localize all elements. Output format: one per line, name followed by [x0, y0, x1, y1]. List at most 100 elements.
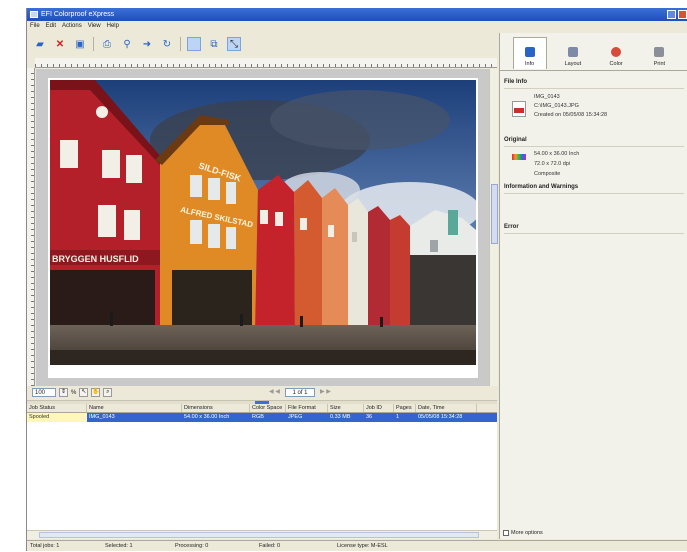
print-icon[interactable]: ⎙	[100, 37, 114, 51]
job-pages-cell: 1	[396, 414, 400, 420]
file-created: Created on 05/05/08 15:34:28	[534, 112, 608, 118]
tab-label: Color	[609, 61, 623, 67]
next-page-button[interactable]: ▶ ▶	[320, 388, 331, 395]
vertical-ruler	[27, 68, 35, 386]
hand-tool-icon[interactable]: ✋	[91, 388, 101, 397]
preview-canvas: BRYGGEN HUSFLID SILD-FISK ALFRED SKILSTA…	[36, 69, 489, 386]
zoom-stepper[interactable]: ⇕	[59, 388, 68, 397]
page-margin	[0, 8, 26, 551]
original-resolution: 72.0 x 72.0 dpi	[534, 161, 571, 167]
menu-edit[interactable]: Edit	[46, 21, 56, 32]
more-options-toggle[interactable]: More options	[499, 528, 687, 539]
menu-help[interactable]: Help	[107, 21, 119, 32]
job-name-cell: IMG_0143	[89, 414, 115, 420]
section-divider	[504, 88, 684, 89]
file-icon	[512, 101, 526, 117]
menu-view[interactable]: View	[88, 21, 101, 32]
compare-icon[interactable]: ⧉	[207, 37, 221, 51]
menu-file[interactable]: File	[30, 21, 40, 32]
menu-bar: File Edit Actions View Help	[27, 21, 687, 32]
save-icon[interactable]: ▣	[73, 37, 87, 51]
delete-icon[interactable]: ✕	[53, 37, 67, 51]
layout-icon	[567, 47, 578, 57]
section-divider	[504, 193, 684, 194]
section-divider	[504, 146, 684, 147]
job-list-horizontal-scrollbar[interactable]	[27, 530, 497, 539]
column-header[interactable]: File Format	[286, 404, 328, 412]
section-divider	[504, 233, 684, 234]
tab-color[interactable]: Color	[599, 37, 633, 69]
page-indicator[interactable]: 1 of 1	[285, 388, 315, 397]
tab-label: Print	[653, 61, 666, 67]
column-header[interactable]: Size	[328, 404, 364, 412]
refresh-icon[interactable]: ↻	[160, 37, 174, 51]
scrollbar-thumb[interactable]	[39, 532, 479, 538]
toolbar-divider	[180, 37, 181, 51]
scrollbar-thumb[interactable]	[491, 184, 498, 244]
toolbar: ▰ ✕ ▣ ⎙ ⚲ ➜ ↻ ⧉ ⤡	[27, 33, 497, 55]
status-selected: Selected: 1	[105, 543, 133, 549]
column-header[interactable]: Color Space	[250, 404, 286, 412]
app-icon	[30, 11, 38, 18]
zoom-unit: %	[71, 389, 77, 396]
preview-vertical-scrollbar[interactable]	[489, 69, 498, 386]
pointer-tool-icon[interactable]: ↖	[79, 388, 89, 397]
color-bars-icon	[512, 154, 526, 160]
tab-label: Layout	[564, 61, 582, 67]
original-heading: Original	[504, 137, 527, 143]
file-info-heading: File Info	[504, 79, 527, 85]
job-colorspace-cell: RGB	[252, 414, 264, 420]
pin-icon[interactable]: ⚲	[120, 37, 134, 51]
previous-page-button[interactable]: ◀ ◀	[269, 388, 280, 395]
properties-tabs: Info Layout Color Print	[500, 33, 687, 71]
column-header[interactable]: Pages	[394, 404, 416, 412]
job-list-header: Job Status Name Dimensions Color Space F…	[27, 404, 497, 413]
column-header[interactable]: Name	[87, 404, 182, 412]
status-license: License type: M-ESL	[337, 543, 388, 549]
warnings-heading: Information and Warnings	[504, 184, 579, 190]
menu-actions[interactable]: Actions	[62, 21, 82, 32]
toolbar-divider	[93, 37, 94, 51]
tab-layout[interactable]: Layout	[556, 37, 590, 69]
tab-info[interactable]: Info	[512, 37, 547, 69]
status-bar: Total jobs: 1 Selected: 1 Processing: 0 …	[27, 540, 687, 551]
column-header[interactable]: Job ID	[364, 404, 394, 412]
more-options-checkbox[interactable]	[503, 529, 509, 536]
select-icon[interactable]	[187, 37, 201, 51]
zoom-input[interactable]: 100	[32, 388, 56, 397]
original-dimensions: 54.00 x 36.00 Inch	[534, 151, 580, 157]
original-mode: Composite	[534, 171, 561, 177]
print-icon	[654, 47, 665, 57]
svg-text:BRYGGEN HUSFLID: BRYGGEN HUSFLID	[52, 254, 139, 264]
tab-label: Info	[525, 61, 535, 67]
minimize-button[interactable]	[667, 10, 676, 19]
column-header[interactable]: Dimensions	[182, 404, 250, 412]
file-path: C:\IMG_0143.JPG	[534, 103, 579, 109]
folder-icon[interactable]: ▰	[33, 37, 47, 51]
job-list: Job Status Name Dimensions Color Space F…	[27, 404, 497, 534]
job-format-cell: JPEG	[288, 414, 303, 420]
status-total-jobs: Total jobs: 1	[30, 543, 60, 549]
preview-page: BRYGGEN HUSFLID SILD-FISK ALFRED SKILSTA…	[48, 78, 478, 378]
status-processing: Processing: 0	[175, 543, 209, 549]
zoom-tool-icon[interactable]: ⌕	[103, 388, 113, 397]
transform-icon[interactable]: ⤡	[227, 37, 241, 51]
app-window: EFI Colorproof eXpress File Edit Actions…	[26, 8, 687, 551]
column-header[interactable]: Date, Time	[416, 404, 477, 412]
job-dimensions-cell: 54.00 x 36.00 Inch	[184, 414, 230, 420]
info-icon	[524, 47, 535, 57]
table-row[interactable]: Spooled IMG_0143 54.00 x 36.00 Inch RGB …	[27, 413, 497, 422]
preview-controls: 100 ⇕ % ↖ ✋ ⌕	[27, 386, 497, 399]
window-title: EFI Colorproof eXpress	[41, 11, 115, 18]
tab-print[interactable]: Print	[642, 37, 676, 69]
forward-icon[interactable]: ➜	[140, 37, 154, 51]
error-heading: Error	[504, 224, 519, 230]
horizontal-ruler	[35, 58, 497, 68]
file-name: IMG_0143	[534, 94, 560, 100]
close-button[interactable]	[678, 10, 687, 19]
job-properties-panel: Info Layout Color Print File Info IMG_01…	[499, 33, 687, 539]
more-options-label: More options	[511, 530, 543, 536]
job-size-cell: 0.33 MB	[330, 414, 351, 420]
color-icon	[611, 47, 622, 57]
column-header[interactable]: Job Status	[27, 404, 87, 412]
